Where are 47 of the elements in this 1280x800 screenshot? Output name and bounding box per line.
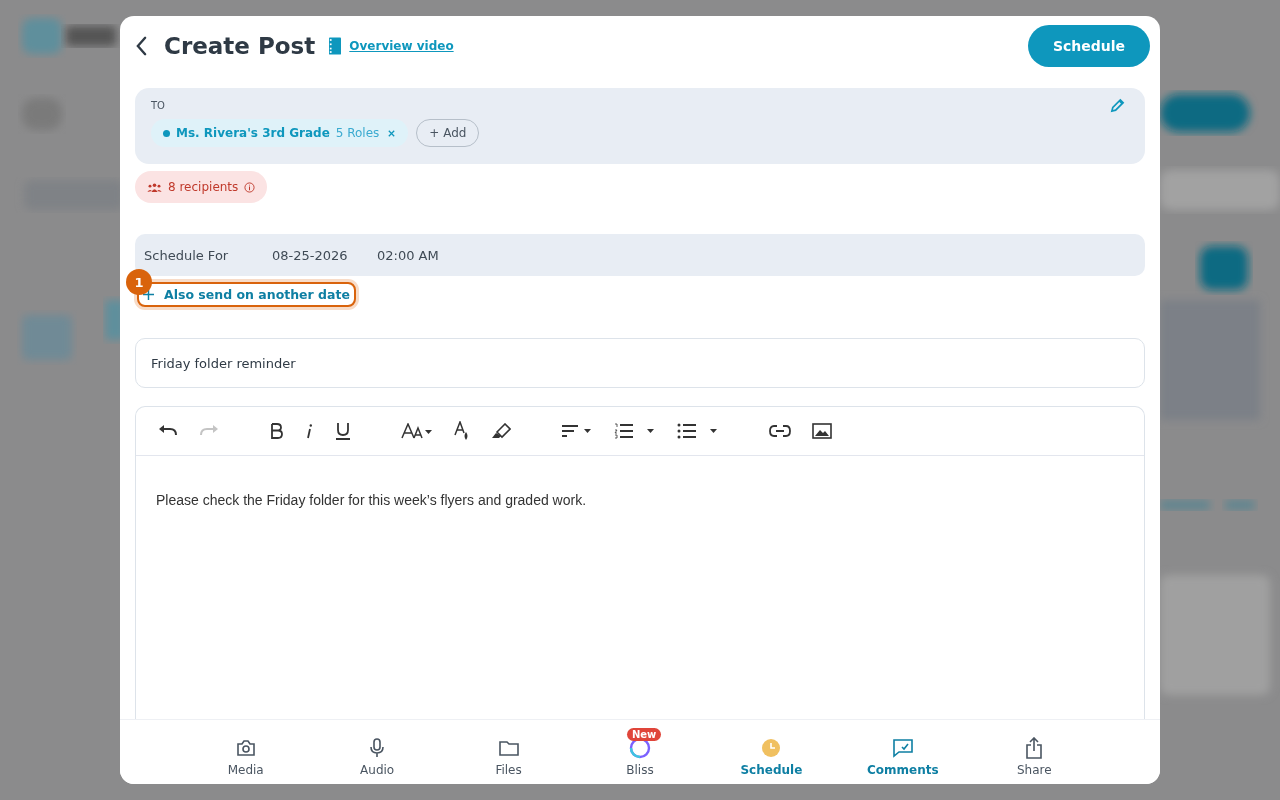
remove-icon[interactable] [387,128,397,138]
bottom-tab[interactable]: Comments [857,727,948,777]
bullet-list-icon[interactable] [677,423,719,439]
numbered-list-icon[interactable] [614,423,656,439]
new-badge: New [626,728,662,741]
text-color-icon[interactable] [454,421,470,441]
highlight-icon[interactable] [491,423,511,439]
undo-icon[interactable] [158,424,178,438]
italic-icon[interactable] [304,423,314,439]
subject-field[interactable]: Friday folder reminder [135,338,1145,388]
blurred-link [1225,500,1255,510]
blurred-wordmark [66,26,116,46]
bottom-tab[interactable]: Share [989,727,1080,777]
people-icon [147,182,162,192]
share-icon [1025,737,1044,759]
bottom-tab[interactable]: Files [463,727,554,777]
image-icon[interactable] [812,423,832,439]
schedule-date[interactable]: 08-25-2026 [272,247,377,263]
camera-icon [235,739,256,757]
bottom-tab[interactable]: Schedule [726,727,817,777]
bottom-tab[interactable]: New Bliss [594,727,685,777]
comment-icon [891,738,914,758]
folder-icon [498,740,519,756]
recipients-count: 8 recipients [168,180,239,194]
blurred-link [1160,500,1210,510]
schedule-time[interactable]: 02:00 AM [377,247,482,263]
recipients-badge[interactable]: 8 recipients [135,171,268,203]
schedule-label: Schedule For [144,247,230,263]
microphone-icon [369,738,386,758]
info-icon[interactable] [244,181,256,193]
bold-icon[interactable] [269,423,283,439]
align-icon[interactable] [561,424,593,438]
edit-icon[interactable] [1110,98,1125,113]
page-title: Create Post [164,33,316,59]
to-label: TO [151,100,165,111]
message-text: Please check the Friday folder for this week’s flyers and graded work. [156,492,588,508]
clock-icon [761,738,782,758]
back-icon[interactable] [135,36,148,56]
film-icon [329,37,342,55]
underline-icon[interactable] [335,422,351,440]
blurred-logo [22,18,62,54]
font-size-icon[interactable] [401,423,433,439]
blurred-nav-item [22,315,72,360]
bottom-tab[interactable]: Media [200,727,291,777]
bottom-tab[interactable]: Audio [332,727,423,777]
link-icon[interactable] [769,425,791,437]
step-marker: 1 [126,269,152,295]
